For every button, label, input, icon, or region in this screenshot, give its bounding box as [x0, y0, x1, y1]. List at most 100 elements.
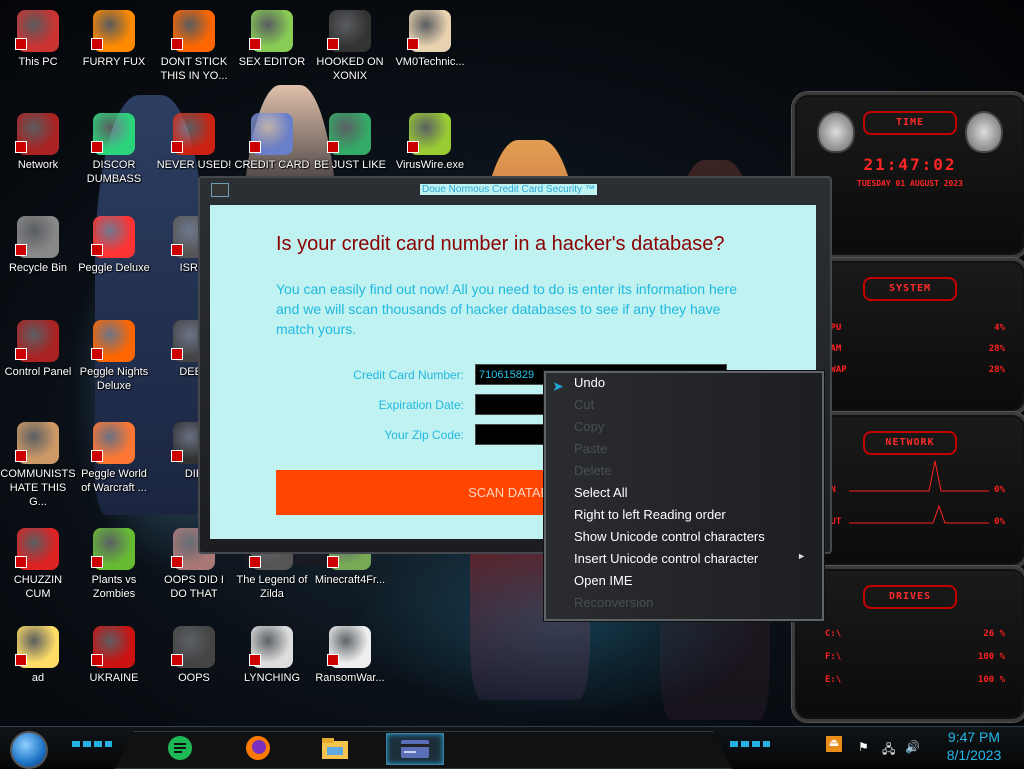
context-menu-item[interactable]: Reconversion — [574, 595, 814, 617]
swap-row: SWAP 28% — [825, 365, 1005, 379]
desktop-icon[interactable]: RansomWar... — [312, 626, 388, 685]
shortcut-badge-icon — [171, 244, 183, 256]
menu-item-label: Right to left Reading order — [574, 507, 726, 522]
monitor-icon — [171, 626, 215, 668]
doctor-person-icon — [407, 10, 451, 52]
shortcut-badge-icon — [91, 450, 103, 462]
taskbar-clock[interactable]: 9:47 PM 8/1/2023 — [934, 728, 1014, 764]
desktop-icon[interactable]: CREDIT CARD — [234, 113, 310, 172]
desktop-icon[interactable]: VirusWire.exe — [392, 113, 468, 172]
eject-icon[interactable]: ⏏ — [826, 736, 842, 752]
desktop-icon[interactable]: DONT STICK THIS IN YO... — [156, 10, 232, 83]
menu-item-label: Select All — [574, 485, 628, 500]
desktop-icon[interactable]: VM0Technic... — [392, 10, 468, 69]
desktop-icon[interactable]: Peggle Nights Deluxe — [76, 320, 152, 393]
chat-app-icon — [168, 736, 192, 760]
desktop-icon[interactable]: LYNCHING — [234, 626, 310, 685]
desktop-icon-label: NEVER USED! — [156, 159, 232, 171]
desktop-icon[interactable]: FURRY FUX — [76, 10, 152, 69]
desktop-icon[interactable]: UKRAINE — [76, 626, 152, 685]
shortcut-badge-icon — [171, 450, 183, 462]
page-description: You can easily find out now! All you nee… — [276, 281, 737, 337]
desktop-icon[interactable]: CHUZZIN CUM — [0, 528, 76, 601]
rope-noose-icon — [249, 626, 293, 668]
volume-icon[interactable]: 🔊 — [905, 740, 920, 754]
chuzzle-icon — [15, 528, 59, 570]
net-in-row: IN0% — [825, 485, 1005, 499]
shortcut-badge-icon — [15, 141, 27, 153]
desktop-icon[interactable]: Peggle World of Warcraft ... — [76, 422, 152, 495]
desktop-icon-label: VM0Technic... — [395, 56, 465, 68]
taskbar-chat-app[interactable] — [162, 733, 198, 763]
clock-date: 8/1/2023 — [946, 747, 1002, 763]
network-icon[interactable]: 🖧 — [882, 740, 895, 761]
start-orb-button[interactable] — [10, 731, 48, 769]
context-menu-item[interactable]: Right to left Reading order — [574, 507, 814, 529]
time-gadget-title: TIME — [863, 111, 957, 135]
cpu-row: CPU 4% — [825, 323, 1005, 337]
zip-code-label: Your Zip Code: — [384, 428, 464, 442]
peggle-icon — [91, 216, 135, 258]
shortcut-badge-icon — [171, 141, 183, 153]
expiration-date-label: Expiration Date: — [378, 398, 464, 412]
gadget-value: 0% — [994, 517, 1005, 527]
desktop-icon[interactable]: DISCOR DUMBASS — [76, 113, 152, 186]
desktop-icon[interactable]: HOOKED ON XONIX — [312, 10, 388, 83]
undo-arrow-icon: ➤ — [552, 379, 564, 395]
desktop-icon[interactable]: COMMUNISTS HATE THIS G... — [0, 422, 76, 509]
shortcut-badge-icon — [91, 244, 103, 256]
context-menu-item[interactable]: Select All — [574, 485, 814, 507]
money-bag-icon — [15, 422, 59, 464]
context-menu-item[interactable]: Show Unicode control characters — [574, 529, 814, 551]
desktop-icon[interactable]: OOPS — [156, 626, 232, 685]
card-number-label: Credit Card Number: — [353, 368, 464, 382]
drives-gadget[interactable]: DRIVES C:\ 26 % F:\ 100 % E:\ 100 % — [792, 566, 1024, 722]
desktop-icon[interactable]: This PC — [0, 10, 76, 69]
shortcut-badge-icon — [15, 244, 27, 256]
desktop-icon[interactable]: NEVER USED! — [156, 113, 232, 172]
context-menu-item[interactable]: Cut — [574, 397, 814, 419]
window-system-icon[interactable] — [211, 183, 229, 197]
context-menu-item[interactable]: Paste — [574, 441, 814, 463]
shortcut-badge-icon — [15, 38, 27, 50]
desktop-icon[interactable]: Network — [0, 113, 76, 172]
context-menu-item[interactable]: Open IME — [574, 573, 814, 595]
desktop-icon-label: FURRY FUX — [82, 56, 146, 68]
pvz-icon — [91, 528, 135, 570]
xonix-game-icon — [327, 10, 371, 52]
desktop-icon[interactable]: SEX EDITOR — [234, 10, 310, 69]
taskbar-firefox[interactable] — [240, 733, 276, 763]
hxd-editor-icon — [249, 10, 293, 52]
shortcut-badge-icon — [249, 38, 261, 50]
desktop-icon[interactable]: Recycle Bin — [0, 216, 76, 275]
desktop-icon-label: This PC — [18, 56, 58, 68]
window-title[interactable]: Doue Normous Credit Card Security ™ — [420, 184, 597, 195]
taskbar-credit-card-app[interactable] — [386, 733, 444, 765]
peggle-nights-icon — [91, 320, 135, 362]
desktop-icon-label: RansomWar... — [315, 672, 385, 684]
shortcut-badge-icon — [91, 38, 103, 50]
desktop-icon[interactable]: Plants vs Zombies — [76, 528, 152, 601]
flag-icon[interactable]: ⚑ — [858, 740, 869, 754]
desktop-icon-label: DONT STICK THIS IN YO... — [160, 56, 228, 82]
gadget-clock: 21:47:02 — [863, 155, 957, 174]
shortcut-badge-icon — [327, 38, 339, 50]
menu-item-label: Copy — [574, 419, 605, 434]
context-menu-item[interactable]: Insert Unicode control character ► — [574, 551, 814, 573]
gadget-value: 28% — [988, 365, 1005, 375]
desktop-icon[interactable]: Peggle Deluxe — [76, 216, 152, 275]
desktop-icon-label: Recycle Bin — [8, 262, 68, 274]
desktop-icon[interactable]: Control Panel — [0, 320, 76, 379]
computer-icon — [15, 10, 59, 52]
gadget-value: 28% — [988, 344, 1005, 354]
chat-app-icon — [91, 113, 135, 155]
radiation-icon — [91, 626, 135, 668]
context-menu-item[interactable]: Delete — [574, 463, 814, 485]
taskbar-file-explorer[interactable] — [317, 733, 353, 763]
desktop-icon-label: OOPS DID I DO THAT — [164, 574, 224, 600]
desktop-icon[interactable]: BE JUST LIKE — [312, 113, 388, 172]
context-menu-item[interactable]: Undo — [574, 375, 814, 397]
context-menu-item[interactable]: Copy — [574, 419, 814, 441]
desktop-icon-label: Peggle Nights Deluxe — [79, 366, 149, 392]
desktop-icon[interactable]: ad — [0, 626, 76, 685]
